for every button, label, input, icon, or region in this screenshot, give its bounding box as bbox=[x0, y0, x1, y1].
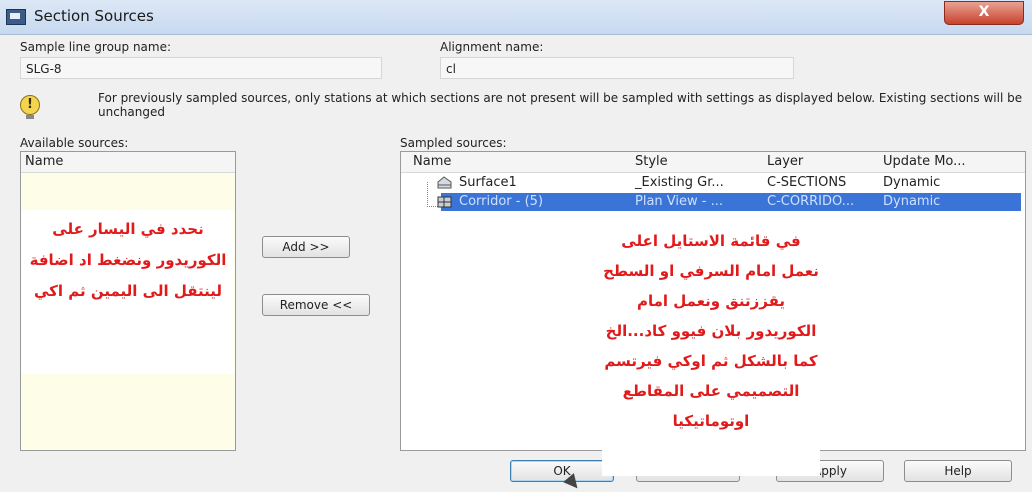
available-header-name[interactable]: Name bbox=[25, 154, 63, 169]
surface-icon bbox=[437, 176, 452, 189]
sample-line-group-field: SLG-8 bbox=[20, 57, 382, 79]
row-style[interactable]: _Existing Gr... bbox=[635, 175, 724, 190]
row-update-mode[interactable]: Dynamic bbox=[883, 175, 940, 190]
info-note: For previously sampled sources, only sta… bbox=[98, 91, 1023, 119]
left-arabic-annotation: نحدد في اليسار على الكوريدور ونضغط اد اض… bbox=[22, 210, 234, 374]
row-update-mode[interactable]: Dynamic bbox=[883, 194, 940, 209]
available-sources-label: Available sources: bbox=[20, 136, 129, 150]
sample-line-group-label: Sample line group name: bbox=[20, 40, 172, 54]
alignment-label: Alignment name: bbox=[440, 40, 544, 54]
table-row[interactable]: Corridor - (5) Plan View - ... C-CORRIDO… bbox=[437, 193, 1021, 211]
right-arabic-annotation: في قائمة الاستايل اعلى نعمل امام السرفي … bbox=[602, 222, 820, 476]
row-name: Corridor - (5) bbox=[459, 194, 544, 209]
row-name: Surface1 bbox=[459, 175, 517, 190]
sampled-sources-label: Sampled sources: bbox=[400, 136, 507, 150]
corridor-icon bbox=[437, 196, 452, 208]
help-button[interactable]: Help bbox=[904, 460, 1012, 482]
remove-button[interactable]: Remove << bbox=[262, 294, 370, 316]
ok-button[interactable]: OK bbox=[510, 460, 614, 482]
sampled-list-header: Name Style Layer Update Mo... bbox=[401, 152, 1025, 173]
section-sources-dialog: Section Sources X Sample line group name… bbox=[0, 0, 1032, 492]
row-layer: C-CORRIDO... bbox=[767, 194, 855, 209]
sampled-header-name[interactable]: Name bbox=[413, 154, 451, 169]
add-button[interactable]: Add >> bbox=[262, 236, 350, 258]
title-bar: Section Sources X bbox=[0, 0, 1032, 35]
window-title: Section Sources bbox=[34, 7, 154, 25]
row-layer: C-SECTIONS bbox=[767, 175, 847, 190]
app-icon bbox=[6, 9, 26, 25]
table-row[interactable]: Surface1 _Existing Gr... C-SECTIONS Dyna… bbox=[401, 174, 1025, 192]
sampled-header-layer[interactable]: Layer bbox=[767, 154, 803, 169]
sampled-header-update-mode[interactable]: Update Mo... bbox=[883, 154, 966, 169]
available-list-header: Name bbox=[21, 152, 235, 173]
sampled-header-style[interactable]: Style bbox=[635, 154, 668, 169]
close-button[interactable]: X bbox=[944, 1, 1024, 25]
row-style[interactable]: Plan View - ... bbox=[635, 194, 723, 209]
warning-icon: ! bbox=[20, 95, 40, 119]
alignment-field: cl bbox=[440, 57, 794, 79]
